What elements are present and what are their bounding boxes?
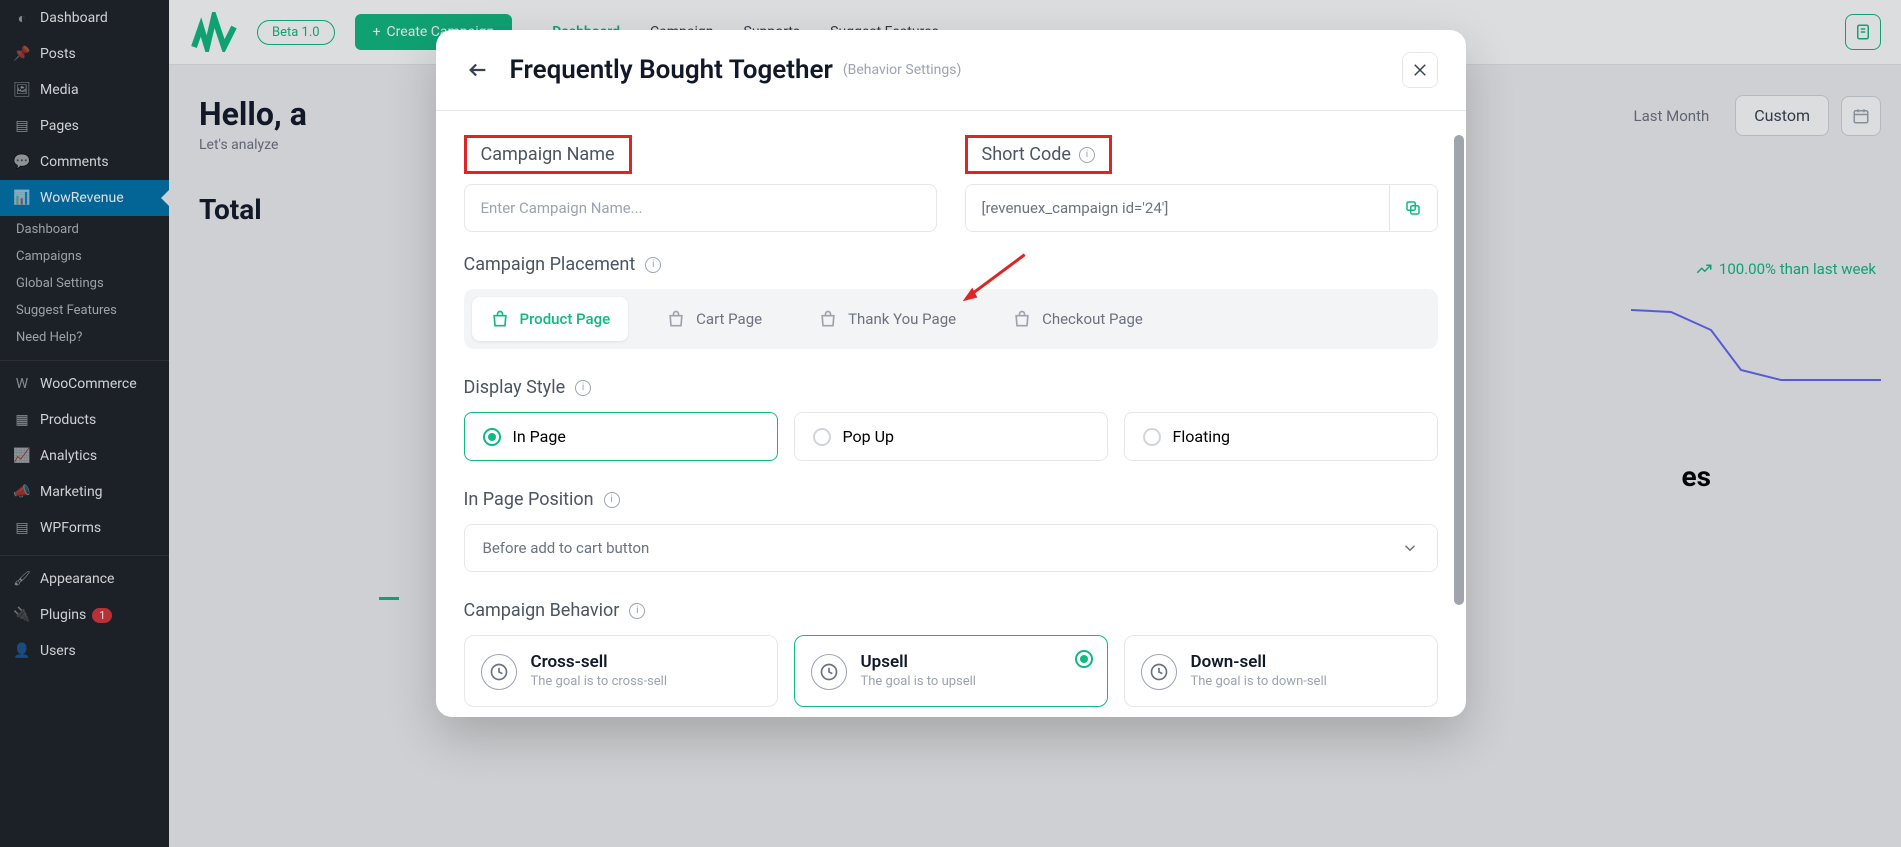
radio-icon [1075, 650, 1093, 668]
campaign-settings-modal: Frequently Bought Together (Behavior Set… [436, 30, 1466, 717]
checkout-icon [1012, 309, 1032, 329]
placement-cart-page[interactable]: Cart Page [648, 297, 780, 341]
shortcode-input[interactable] [966, 185, 1389, 231]
info-icon: i [629, 603, 645, 619]
receipt-icon [818, 309, 838, 329]
clock-icon [1141, 654, 1177, 690]
close-icon [1411, 61, 1429, 79]
modal-title: Frequently Bought Together [510, 55, 833, 85]
display-popup[interactable]: Pop Up [794, 412, 1108, 461]
modal-header: Frequently Bought Together (Behavior Set… [436, 30, 1466, 111]
info-icon: i [575, 380, 591, 396]
display-floating[interactable]: Floating [1124, 412, 1438, 461]
behavior-label: Campaign Behavior i [464, 600, 1438, 621]
placement-checkout-page[interactable]: Checkout Page [994, 297, 1161, 341]
copy-icon [1404, 199, 1422, 217]
in-page-position-label: In Page Position i [464, 489, 1438, 510]
close-button[interactable] [1402, 52, 1438, 88]
info-icon: i [1079, 147, 1095, 163]
display-style-label: Display Style i [464, 377, 1438, 398]
bag-icon [490, 309, 510, 329]
campaign-name-label: Campaign Name [481, 144, 615, 165]
behavior-cross-sell[interactable]: Cross-sell The goal is to cross-sell [464, 635, 778, 707]
placement-tabs: Product Page Cart Page Thank You Page Ch… [464, 289, 1438, 349]
in-page-position-select[interactable]: Before add to cart button [464, 524, 1438, 572]
back-button[interactable] [464, 56, 492, 84]
shortcode-label-highlight: Short Code i [965, 135, 1112, 174]
modal-body: Campaign Name Short Code i [436, 111, 1466, 717]
radio-icon [813, 428, 831, 446]
radio-icon [1143, 428, 1161, 446]
modal-overlay: Frequently Bought Together (Behavior Set… [0, 0, 1901, 847]
copy-shortcode-button[interactable] [1389, 185, 1437, 231]
behavior-down-sell[interactable]: Down-sell The goal is to down-sell [1124, 635, 1438, 707]
cart-icon [666, 309, 686, 329]
placement-thankyou-page[interactable]: Thank You Page [800, 297, 974, 341]
clock-icon [811, 654, 847, 690]
placement-label: Campaign Placement i [464, 254, 1438, 275]
display-in-page[interactable]: In Page [464, 412, 778, 461]
campaign-name-group: Campaign Name [464, 135, 937, 232]
campaign-name-label-highlight: Campaign Name [464, 135, 632, 174]
chevron-down-icon [1401, 539, 1419, 557]
radio-icon [483, 428, 501, 446]
info-icon: i [604, 492, 620, 508]
scrollbar[interactable] [1454, 135, 1464, 605]
display-style-options: In Page Pop Up Floating [464, 412, 1438, 461]
campaign-name-input[interactable] [464, 184, 937, 232]
behavior-upsell[interactable]: Upsell The goal is to upsell [794, 635, 1108, 707]
shortcode-label: Short Code [982, 144, 1071, 165]
placement-product-page[interactable]: Product Page [472, 297, 629, 341]
info-icon: i [645, 257, 661, 273]
clock-icon [481, 654, 517, 690]
modal-subtitle: (Behavior Settings) [843, 62, 962, 78]
behavior-options: Cross-sell The goal is to cross-sell Ups… [464, 635, 1438, 707]
arrow-left-icon [467, 59, 489, 81]
shortcode-group: Short Code i [965, 135, 1438, 232]
